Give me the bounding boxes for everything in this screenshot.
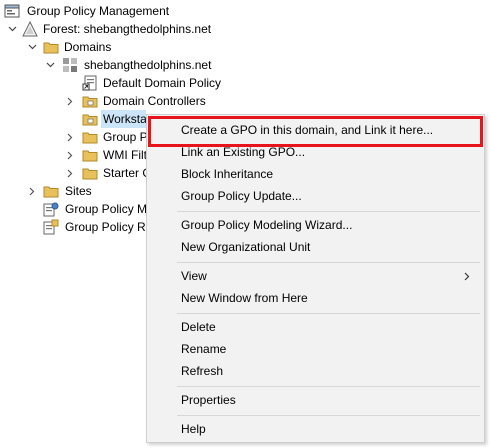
tree-item-root[interactable]: Group Policy Management [0, 2, 200, 20]
folder-icon [82, 132, 98, 144]
menu-item-rename[interactable]: Rename [147, 339, 484, 359]
menu-item-group-policy-update[interactable]: Group Policy Update... [147, 186, 484, 206]
folder-icon [82, 150, 98, 162]
tree-item-label: Group Policy Management [27, 4, 170, 18]
tree-item-label: WMI Filters [103, 148, 146, 162]
tree-item-label: Domains [64, 40, 112, 54]
chevron-right-icon[interactable] [65, 146, 75, 164]
chevron-right-icon[interactable] [65, 128, 75, 146]
tree-item-domain-controllers[interactable]: Domain Controllers [0, 92, 240, 110]
tree-item-workstations[interactable]: Workstations [0, 110, 146, 128]
folder-icon [43, 42, 59, 54]
menu-item-new-ou[interactable]: New Organizational Unit [147, 237, 484, 257]
menu-item-delete[interactable]: Delete [147, 317, 484, 337]
menu-item-label: Help [181, 422, 206, 436]
tree-item-label: Group Policy Objects [103, 130, 146, 144]
ou-folder-icon [82, 114, 98, 126]
tree-item-default-domain-policy[interactable]: Default Domain Policy [0, 74, 240, 92]
tree-item-sites[interactable]: Sites [0, 182, 146, 200]
menu-item-label: Block Inheritance [181, 167, 274, 181]
menu-item-view[interactable]: View [147, 266, 484, 286]
chevron-right-icon [464, 266, 470, 287]
menu-separator [177, 313, 480, 314]
modeling-icon [43, 202, 59, 217]
menu-item-label: Delete [181, 320, 216, 334]
tree-item-group-policy-objects[interactable]: Group Policy Objects [0, 128, 146, 146]
tree-item-label: Group Policy Results [65, 220, 146, 234]
menu-item-label: Refresh [181, 364, 224, 378]
menu-separator [177, 386, 480, 387]
tree-item-label: Default Domain Policy [103, 76, 222, 90]
results-icon [43, 219, 59, 235]
menu-item-label: View [181, 269, 207, 283]
domain-icon [63, 58, 77, 72]
tree-item-forest[interactable]: Forest: shebangthedolphins.net [0, 20, 240, 38]
tree-item-wmi-filters[interactable]: WMI Filters [0, 146, 146, 164]
ou-folder-icon [82, 96, 98, 108]
tree-item-label: Group Policy Modeling [65, 202, 146, 216]
menu-item-help[interactable]: Help [147, 419, 484, 439]
folder-icon [43, 186, 59, 198]
chevron-right-icon[interactable] [27, 182, 37, 200]
menu-item-label: Rename [181, 342, 227, 356]
menu-item-label: Group Policy Modeling Wizard... [181, 218, 353, 232]
gpm-console-icon [4, 4, 20, 18]
chevron-right-icon[interactable] [65, 164, 75, 182]
tree-item-group-policy-results[interactable]: Group Policy Results [0, 218, 146, 236]
chevron-down-icon[interactable] [7, 20, 17, 38]
menu-separator [177, 262, 480, 263]
menu-item-properties[interactable]: Properties [147, 390, 484, 410]
menu-item-label: New Organizational Unit [181, 240, 311, 254]
tree-item-label: Workstations [101, 110, 146, 128]
menu-item-label: New Window from Here [181, 291, 308, 305]
tree-item-domains[interactable]: Domains [0, 38, 200, 56]
forest-icon [22, 21, 38, 37]
gpo-link-icon [82, 75, 97, 91]
folder-icon [82, 168, 98, 180]
chevron-right-icon[interactable] [65, 92, 75, 110]
chevron-down-icon[interactable] [27, 38, 37, 56]
menu-item-block-inheritance[interactable]: Block Inheritance [147, 164, 484, 184]
tree-item-label: Starter GPOs [103, 166, 146, 180]
menu-item-refresh[interactable]: Refresh [147, 361, 484, 381]
highlight-box [148, 116, 483, 147]
context-menu: Create a GPO in this domain, and Link it… [146, 114, 485, 443]
tree-item-label: Forest: shebangthedolphins.net [43, 22, 212, 36]
chevron-down-icon[interactable] [45, 56, 55, 74]
menu-separator [177, 211, 480, 212]
menu-item-label: Group Policy Update... [181, 189, 302, 203]
tree-item-label: shebangthedolphins.net [84, 58, 212, 72]
tree-item-group-policy-modeling[interactable]: Group Policy Modeling [0, 200, 146, 218]
menu-item-label: Properties [181, 393, 236, 407]
menu-separator [177, 415, 480, 416]
tree-item-starter-gpos[interactable]: Starter GPOs [0, 164, 146, 182]
menu-item-new-window[interactable]: New Window from Here [147, 288, 484, 308]
menu-item-modeling-wizard[interactable]: Group Policy Modeling Wizard... [147, 215, 484, 235]
tree-item-label: Domain Controllers [103, 94, 206, 108]
tree-item-label: Sites [65, 184, 92, 198]
tree-item-domain[interactable]: shebangthedolphins.net [0, 56, 240, 74]
